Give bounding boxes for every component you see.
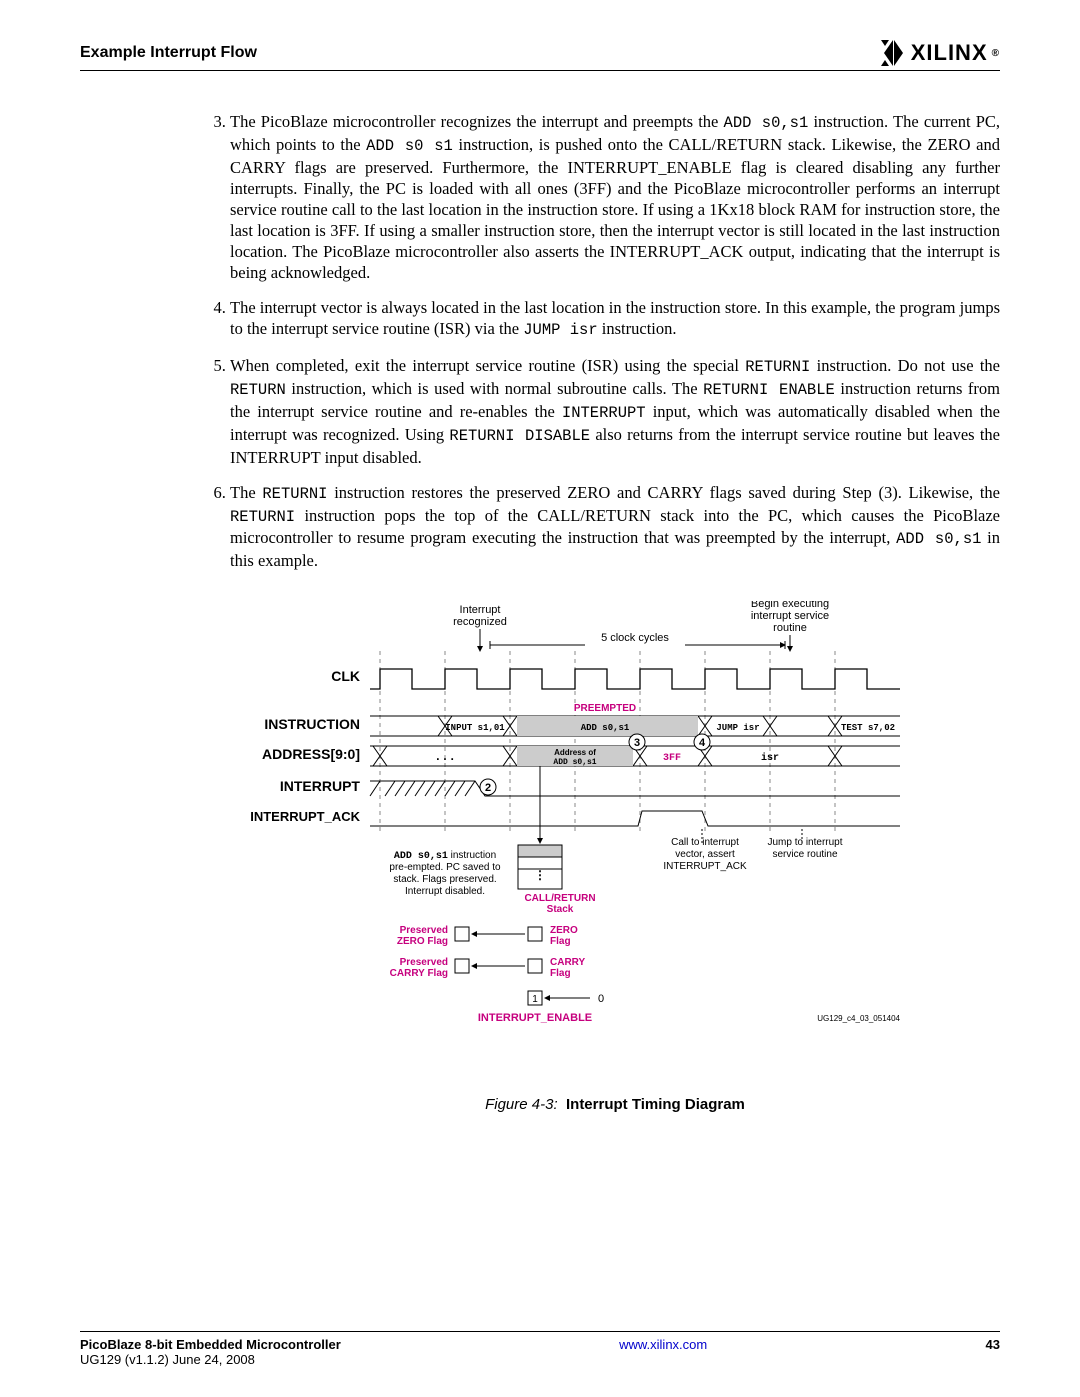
page-footer: PicoBlaze 8-bit Embedded Microcontroller… [80, 1331, 1000, 1367]
note-call-vec: Call to interrupt [671, 837, 739, 848]
svg-text:...: ... [434, 750, 456, 764]
figure-ref: UG129_c4_03_051404 [817, 1014, 900, 1023]
svg-text:stack. Flags preserved.: stack. Flags preserved. [393, 874, 496, 885]
svg-text:interrupt service: interrupt service [751, 610, 829, 622]
svg-text:1: 1 [532, 994, 538, 1005]
svg-text:JUMP isr: JUMP isr [716, 723, 759, 733]
xilinx-reg: ® [992, 48, 1000, 59]
note-jump: Jump to interrupt [767, 837, 842, 848]
note-preempt: ADD s0,s1 instruction [394, 850, 496, 862]
label-interrupt-enable: INTERRUPT_ENABLE [478, 1012, 592, 1024]
footer-center: www.xilinx.com [619, 1337, 707, 1367]
label-interrupt-sig: INTERRUPT [280, 778, 361, 794]
svg-text:isr: isr [761, 752, 779, 764]
svg-text:0: 0 [598, 993, 604, 1005]
xilinx-logo-text: XILINX [911, 40, 988, 66]
svg-text:ADD s0,s1: ADD s0,s1 [581, 723, 630, 733]
label-interrupt-recognized: Interrupt [460, 604, 501, 616]
svg-text:INPUT s1,01: INPUT s1,01 [445, 723, 505, 733]
header-title: Example Interrupt Flow [80, 44, 257, 62]
xilinx-logo: XILINX ® [881, 40, 1000, 66]
svg-text:INTERRUPT_ACK: INTERRUPT_ACK [663, 861, 747, 872]
instruction-bus: INPUT s1,01 ADD s0,s1 JUMP isr TEST s7,0… [370, 716, 900, 736]
label-call-stack: CALL/RETURN [524, 893, 595, 904]
svg-text:Stack: Stack [547, 904, 574, 915]
label-instruction: INSTRUCTION [264, 716, 360, 732]
svg-text:recognized: recognized [453, 616, 507, 628]
svg-text:4: 4 [699, 737, 706, 749]
numbered-list: The PicoBlaze microcontroller recognizes… [230, 111, 1000, 571]
svg-text:TEST s7,02: TEST s7,02 [841, 723, 895, 733]
svg-text:service routine: service routine [772, 849, 837, 860]
svg-text:Preserved: Preserved [400, 925, 448, 936]
clk-waveform [370, 669, 900, 689]
label-preempted: PREEMPTED [574, 703, 636, 714]
svg-text:Flag: Flag [550, 968, 571, 979]
svg-text:Flag: Flag [550, 936, 571, 947]
svg-text:⋮: ⋮ [534, 868, 546, 882]
xilinx-logo-icon [881, 40, 907, 66]
label-interrupt-ack: INTERRUPT_ACK [250, 809, 360, 824]
label-five-cycles: 5 clock cycles [601, 632, 669, 644]
label-address: ADDRESS[9:0] [262, 746, 360, 762]
interrupt-ack-wave [370, 811, 900, 826]
svg-text:Interrupt disabled.: Interrupt disabled. [405, 886, 485, 897]
list-item: The RETURNI instruction restores the pre… [230, 482, 1000, 572]
list-item: The interrupt vector is always located i… [230, 297, 1000, 341]
svg-text:ZERO Flag: ZERO Flag [397, 936, 448, 947]
svg-text:3FF: 3FF [663, 753, 681, 764]
svg-text:ADD s0,s1: ADD s0,s1 [553, 758, 596, 767]
footer-left: PicoBlaze 8-bit Embedded Microcontroller… [80, 1337, 341, 1367]
svg-text:pre-empted. PC saved to: pre-empted. PC saved to [389, 862, 501, 873]
label-clk: CLK [331, 668, 360, 684]
footer-page: 43 [986, 1337, 1000, 1367]
label-begin-exec: Begin executing [751, 601, 829, 610]
list-item: When completed, exit the interrupt servi… [230, 355, 1000, 467]
timing-diagram-figure: Interrupt recognized Begin executing int… [230, 601, 1000, 1086]
svg-text:2: 2 [485, 782, 491, 794]
page-header: Example Interrupt Flow XILINX ® [80, 40, 1000, 71]
svg-text:routine: routine [773, 622, 807, 634]
svg-text:ZERO: ZERO [550, 925, 578, 936]
footer-link[interactable]: www.xilinx.com [619, 1337, 707, 1352]
svg-text:Address of: Address of [554, 748, 596, 757]
figure-caption: Figure 4-3: Interrupt Timing Diagram [230, 1096, 1000, 1113]
svg-text:CARRY Flag: CARRY Flag [390, 968, 448, 979]
list-item: The PicoBlaze microcontroller recognizes… [230, 111, 1000, 283]
svg-text:Preserved: Preserved [400, 957, 448, 968]
svg-text:vector, assert: vector, assert [675, 849, 735, 860]
svg-text:3: 3 [634, 737, 640, 749]
svg-text:CARRY: CARRY [550, 957, 586, 968]
timing-diagram-svg: Interrupt recognized Begin executing int… [230, 601, 930, 1081]
